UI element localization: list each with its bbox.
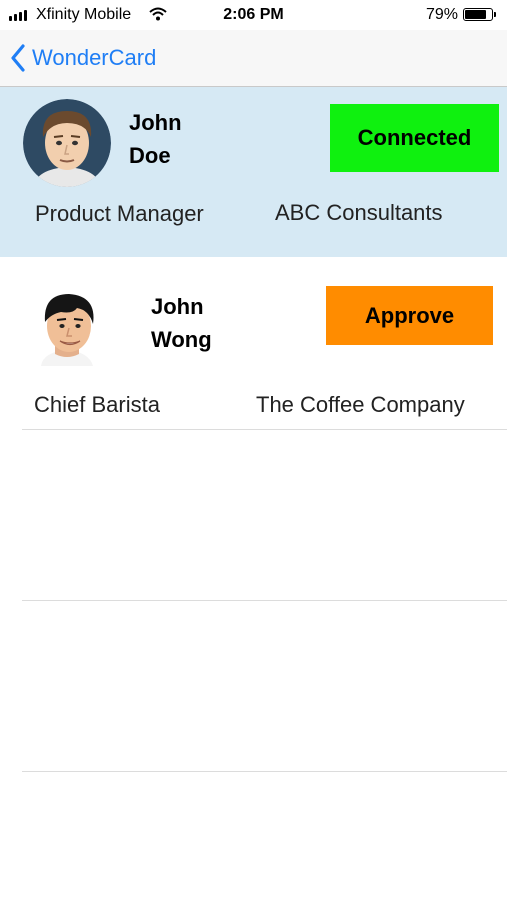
company-name: The Coffee Company	[256, 392, 465, 417]
last-name: Wong	[151, 327, 212, 352]
row-divider	[22, 429, 507, 430]
man-avatar-icon	[33, 288, 105, 368]
job-title: Chief Barista	[34, 392, 160, 417]
first-name: John	[151, 294, 204, 319]
battery-fill	[465, 10, 486, 19]
contact-name: John Doe	[129, 106, 182, 172]
status-bar: Xfinity Mobile 2:06 PM 79%	[0, 0, 507, 30]
contact-row[interactable]: John Wong Approve Chief Barista The Coff…	[0, 258, 507, 429]
chevron-left-icon	[11, 44, 25, 72]
man-avatar-icon	[23, 99, 111, 187]
approve-button[interactable]: Approve	[326, 286, 493, 345]
battery-tip	[494, 12, 496, 17]
contact-name: John Wong	[151, 290, 212, 356]
row-divider	[22, 771, 507, 772]
navigation-bar: WonderCard	[0, 30, 507, 87]
back-button[interactable]: WonderCard	[10, 42, 156, 74]
contact-row[interactable]: John Doe Connected Product Manager ABC C…	[0, 87, 507, 257]
first-name: John	[129, 110, 182, 135]
job-title: Product Manager	[35, 201, 204, 226]
battery-icon	[463, 8, 493, 21]
row-divider	[22, 600, 507, 601]
connected-button[interactable]: Connected	[330, 104, 499, 172]
battery-percent: 79%	[426, 6, 459, 23]
last-name: Doe	[129, 143, 171, 168]
company-name: ABC Consultants	[275, 200, 443, 225]
back-button-label: WonderCard	[32, 45, 157, 70]
